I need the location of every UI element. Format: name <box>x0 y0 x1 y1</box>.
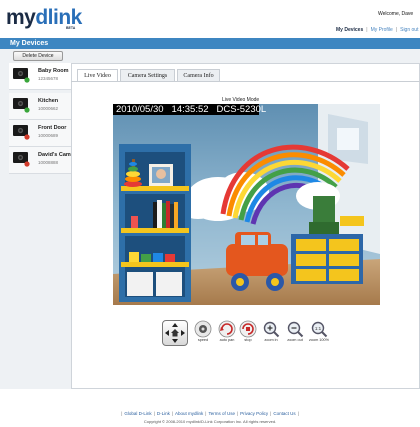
footer-links: | Global D-Link | D-Link | About mydlink | Term… <box>121 411 299 416</box>
svg-text:1:1: 1:1 <box>315 326 322 331</box>
device-name: Front Door <box>38 125 67 131</box>
live-video-mode-label: Live Video Mode <box>222 97 260 103</box>
status-online-icon <box>24 77 30 83</box>
live-video-feed[interactable] <box>113 104 380 305</box>
device-item-front-door[interactable]: Front Door 10000689 <box>9 120 71 147</box>
video-osd-overlay: 2010/05/30 14:35:52 DCS-5230L <box>113 104 266 115</box>
footer-link-about[interactable]: About mydlink <box>175 411 203 416</box>
tab-camera-info[interactable]: Camera Info <box>177 69 220 81</box>
speed-icon[interactable] <box>194 320 212 338</box>
zoom-100-label: zoom 100% <box>308 338 330 342</box>
osd-time: 14:35:52 <box>171 104 209 115</box>
footer-link-contact[interactable]: Contact Us <box>273 411 295 416</box>
device-item-davids-cam[interactable]: David's Cam 10008888 <box>9 147 71 174</box>
device-name: Baby Room <box>38 68 69 74</box>
zoom-in-icon[interactable] <box>262 320 280 338</box>
logo-text-my: my <box>6 6 36 29</box>
welcome-text: Welcome, Dave <box>378 11 414 17</box>
zoom-out-icon[interactable] <box>286 320 304 338</box>
osd-model: DCS-5230L <box>216 104 267 115</box>
beta-badge: BETA <box>66 26 76 30</box>
tab-divider <box>71 81 420 82</box>
device-item-kitchen[interactable]: Kitchen 10000662 <box>9 93 71 120</box>
device-name: Kitchen <box>38 98 59 104</box>
device-id: 10000689 <box>38 133 59 138</box>
devices-bar-title: My Devices <box>0 38 420 49</box>
footer-link-terms[interactable]: Terms of Use <box>208 411 235 416</box>
zoom-100-icon[interactable]: 1:1 <box>310 320 328 338</box>
nav-my-devices[interactable]: My Devices <box>336 27 363 33</box>
device-name: David's Cam <box>38 152 71 158</box>
status-offline-icon <box>24 134 30 140</box>
osd-date: 2010/05/30 <box>116 104 164 115</box>
pan-tilt-dpad[interactable] <box>162 320 188 346</box>
footer-link-global-dlink[interactable]: Global D-Link <box>124 411 151 416</box>
auto-pan-icon[interactable] <box>218 320 236 338</box>
nav-sign-out[interactable]: Sign out <box>400 27 418 33</box>
status-online-icon <box>24 107 30 113</box>
nav-my-profile[interactable]: My Profile <box>371 27 393 33</box>
top-nav: My Devices | My Profile | Sign out <box>336 27 419 33</box>
status-offline-icon <box>24 161 30 167</box>
device-id: 10008888 <box>38 160 59 165</box>
tab-camera-settings[interactable]: Camera Settings <box>120 69 175 81</box>
device-id: 10000662 <box>38 106 59 111</box>
home-icon <box>165 323 185 343</box>
delete-device-button[interactable]: Delete Device <box>13 51 63 61</box>
device-item-baby-room[interactable]: Baby Room 12345678 <box>9 63 71 90</box>
copyright-text: Copyright © 2008-2010 mydlink/D-Link Cor… <box>143 419 277 424</box>
device-id: 12345678 <box>38 76 59 81</box>
footer-link-privacy[interactable]: Privacy Policy <box>240 411 268 416</box>
footer-link-dlink[interactable]: D-Link <box>157 411 170 416</box>
stop-icon[interactable] <box>239 320 257 338</box>
